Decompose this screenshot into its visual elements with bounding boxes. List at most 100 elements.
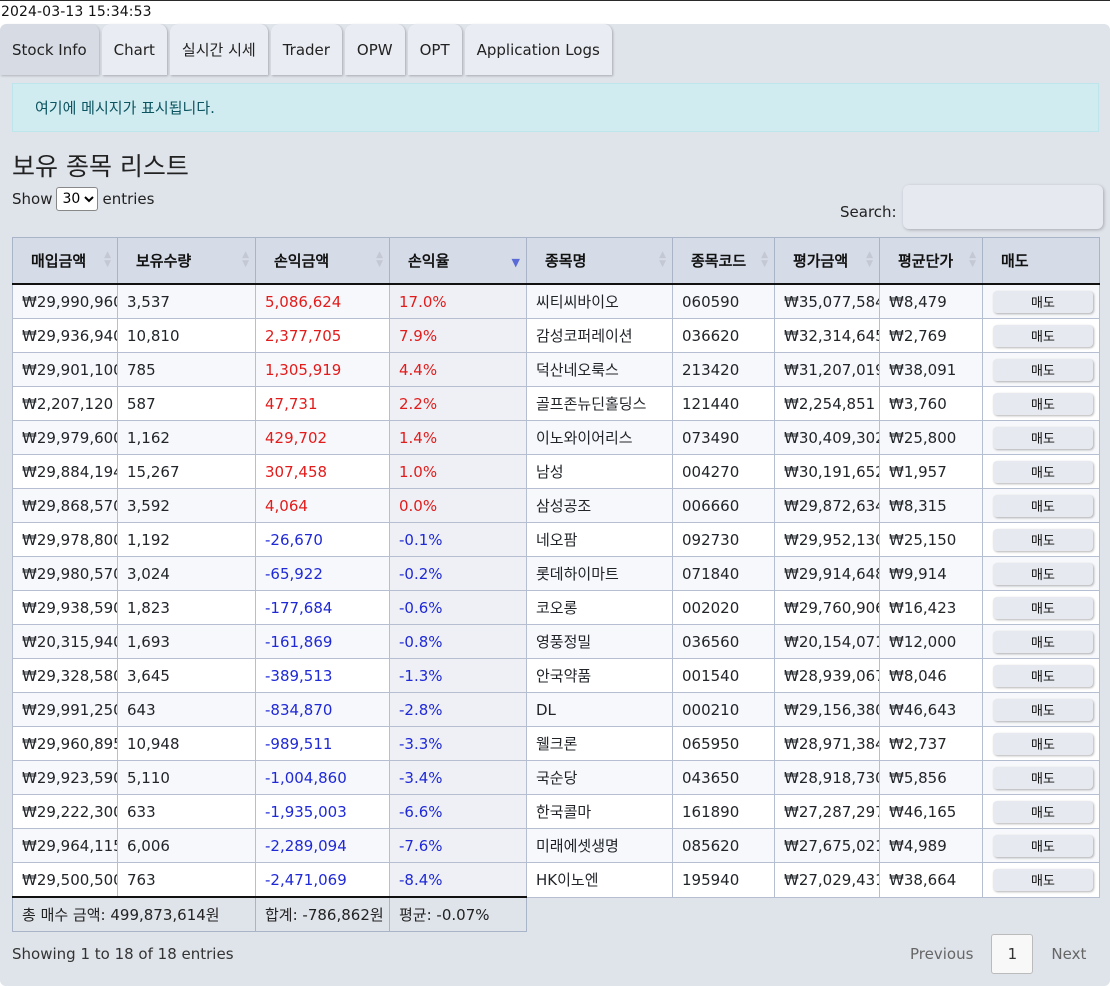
cell-eval-amount: ₩29,952,130 (774, 522, 880, 557)
cell-buy-amount: ₩29,868,570 (12, 488, 118, 523)
sort-icon: ▲ ▼ (761, 250, 768, 269)
cell-sell: 매도 (982, 318, 1100, 353)
cell-avg-price: ₩1,957 (879, 454, 983, 489)
cell-quantity: 587 (117, 386, 256, 421)
page-1-button[interactable]: 1 (991, 934, 1034, 974)
cell-pnl-rate: 0.0% (389, 488, 527, 523)
column-header-label: 종목명 (545, 252, 587, 270)
column-header-label: 보유수량 (136, 252, 192, 270)
entries-per-page-select[interactable]: 30 (56, 187, 99, 211)
sell-button[interactable]: 매도 (993, 460, 1093, 483)
sell-button[interactable]: 매도 (993, 596, 1093, 619)
tab-trader[interactable]: Trader (270, 24, 342, 75)
pagination: Previous 1 Next (898, 934, 1098, 974)
cell-sell: 매도 (982, 726, 1100, 761)
cell-avg-price: ₩25,150 (879, 522, 983, 557)
sell-button[interactable]: 매도 (993, 358, 1093, 381)
table-row: ₩29,884,194 15,267 307,458 1.0% 남성 004270 ₩30,… (12, 454, 1100, 489)
cell-buy-amount: ₩29,884,194 (12, 454, 118, 489)
cell-stock-code: 001540 (672, 658, 775, 693)
cell-avg-price: ₩38,091 (879, 352, 983, 387)
sell-button[interactable]: 매도 (993, 868, 1093, 891)
cell-avg-price: ₩8,046 (879, 658, 983, 693)
tab-opw[interactable]: OPW (344, 24, 405, 75)
column-header-pnl-amount[interactable]: 손익금액 ▲ ▼ (255, 237, 390, 285)
sell-button[interactable]: 매도 (993, 392, 1093, 415)
previous-page-button[interactable]: Previous (898, 945, 985, 963)
cell-pnl-rate: 2.2% (389, 386, 527, 421)
tab-realtime-quotes[interactable]: 실시간 시세 (169, 24, 268, 75)
cell-buy-amount: ₩29,938,590 (12, 590, 118, 625)
search-input[interactable] (902, 185, 1103, 229)
cell-eval-amount: ₩29,914,648 (774, 556, 880, 591)
cell-avg-price: ₩16,423 (879, 590, 983, 625)
table-row: ₩29,923,590 5,110 -1,004,860 -3.4% 국순당 043650… (12, 760, 1100, 795)
sell-button[interactable]: 매도 (993, 732, 1093, 755)
tab-chart[interactable]: Chart (101, 24, 167, 75)
cell-quantity: 6,006 (117, 828, 256, 863)
sell-button[interactable]: 매도 (993, 766, 1093, 789)
cell-pnl-rate: -3.3% (389, 726, 527, 761)
sell-button[interactable]: 매도 (993, 800, 1093, 823)
sort-desc-icon: ▼ (511, 256, 520, 269)
cell-pnl-amount: 307,458 (255, 454, 390, 489)
sell-button[interactable]: 매도 (993, 324, 1093, 347)
column-header-label: 손익율 (408, 252, 450, 270)
holdings-table: 매입금액 ▲ ▼ 보유수량 ▲ ▼ 손익금액 ▲ ▼ 손익율 ▼ 종목명 ▲ ▼ 종목코드 ▲ ▼ 평… (12, 237, 1100, 932)
cell-stock-name: HK이노엔 (526, 862, 673, 898)
column-header-stock-code[interactable]: 종목코드 ▲ ▼ (672, 237, 775, 285)
sell-button[interactable]: 매도 (993, 290, 1093, 313)
sell-button[interactable]: 매도 (993, 528, 1093, 551)
cell-stock-name: 웰크론 (526, 726, 673, 761)
cell-stock-name: 감성코퍼레이션 (526, 318, 673, 353)
column-header-quantity[interactable]: 보유수량 ▲ ▼ (117, 237, 256, 285)
cell-avg-price: ₩5,856 (879, 760, 983, 795)
cell-stock-name: 골프존뉴딘홀딩스 (526, 386, 673, 421)
tab-stock-info[interactable]: Stock Info (0, 24, 99, 75)
column-header-pnl-rate[interactable]: 손익율 ▼ (389, 237, 527, 285)
sell-button[interactable]: 매도 (993, 834, 1093, 857)
cell-stock-code: 036620 (672, 318, 775, 353)
column-header-label: 평균단가 (898, 252, 954, 270)
cell-pnl-rate: -0.8% (389, 624, 527, 659)
cell-pnl-amount: -1,935,003 (255, 794, 390, 829)
cell-avg-price: ₩46,165 (879, 794, 983, 829)
cell-stock-code: 036560 (672, 624, 775, 659)
cell-pnl-amount: 429,702 (255, 420, 390, 455)
column-header-buy-amount[interactable]: 매입금액 ▲ ▼ (12, 237, 118, 285)
sell-button[interactable]: 매도 (993, 426, 1093, 449)
sell-button[interactable]: 매도 (993, 630, 1093, 653)
column-header-stock-name[interactable]: 종목명 ▲ ▼ (526, 237, 673, 285)
sell-button[interactable]: 매도 (993, 494, 1093, 517)
cell-avg-price: ₩9,914 (879, 556, 983, 591)
cell-quantity: 1,162 (117, 420, 256, 455)
table-row: ₩29,964,115 6,006 -2,289,094 -7.6% 미래에셋생명 085… (12, 828, 1100, 863)
footer-empty (526, 897, 1100, 932)
table-row: ₩29,328,580 3,645 -389,513 -1.3% 안국약품 001540 ₩… (12, 658, 1100, 693)
sell-button[interactable]: 매도 (993, 664, 1093, 687)
cell-sell: 매도 (982, 658, 1100, 693)
cell-sell: 매도 (982, 283, 1100, 319)
next-page-button[interactable]: Next (1039, 945, 1098, 963)
cell-pnl-rate: 4.4% (389, 352, 527, 387)
window-top-border (0, 0, 1110, 1)
cell-buy-amount: ₩29,500,500 (12, 862, 118, 898)
table-body: ₩29,990,960 3,537 5,086,624 17.0% 씨티씨바이오 0605… (12, 283, 1100, 898)
sell-button[interactable]: 매도 (993, 562, 1093, 585)
cell-stock-name: 한국콜마 (526, 794, 673, 829)
cell-stock-name: 영풍정밀 (526, 624, 673, 659)
cell-stock-code: 073490 (672, 420, 775, 455)
column-header-eval-amount[interactable]: 평가금액 ▲ ▼ (774, 237, 880, 285)
column-header-avg-price[interactable]: 평균단가 ▲ ▼ (879, 237, 983, 285)
sell-button[interactable]: 매도 (993, 698, 1093, 721)
sort-icon: ▲ ▼ (659, 250, 666, 269)
tab-opt[interactable]: OPT (407, 24, 462, 75)
tab-application-logs[interactable]: Application Logs (464, 24, 612, 75)
cell-buy-amount: ₩2,207,120 (12, 386, 118, 421)
table-row: ₩29,978,800 1,192 -26,670 -0.1% 네오팜 092730 ₩29… (12, 522, 1100, 557)
cell-eval-amount: ₩28,971,384 (774, 726, 880, 761)
cell-sell: 매도 (982, 794, 1100, 829)
cell-eval-amount: ₩28,939,067 (774, 658, 880, 693)
cell-quantity: 763 (117, 862, 256, 898)
cell-quantity: 643 (117, 692, 256, 727)
